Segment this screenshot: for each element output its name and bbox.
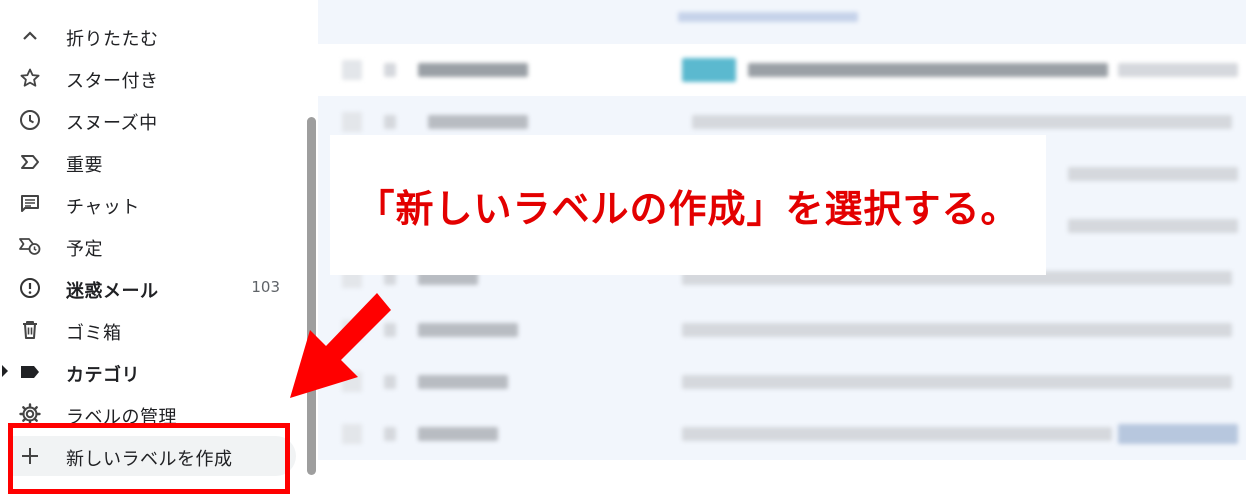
- spam-icon: [18, 276, 42, 300]
- annotation-highlight-box: [8, 423, 290, 494]
- important-icon: [18, 150, 42, 174]
- label-icon: [18, 360, 42, 384]
- sidebar-item-starred[interactable]: スター付き: [0, 58, 300, 98]
- spam-count-badge: 103: [251, 278, 280, 296]
- sidebar-item-label: 重要: [66, 155, 103, 176]
- sidebar-item-scheduled[interactable]: 予定: [0, 226, 300, 266]
- instruction-callout: 「新しいラベルの作成」を選択する。: [330, 135, 1046, 275]
- clock-icon: [18, 108, 42, 132]
- sidebar-item-snoozed[interactable]: スヌーズ中: [0, 100, 300, 140]
- sidebar-item-label: チャット: [66, 197, 140, 218]
- sidebar-item-label: 予定: [66, 239, 103, 260]
- sidebar-item-label: ゴミ箱: [66, 323, 122, 344]
- sidebar-item-label: スヌーズ中: [66, 113, 158, 134]
- mail-row[interactable]: [318, 44, 1246, 97]
- sidebar-scrollbar[interactable]: [307, 117, 316, 475]
- mail-row[interactable]: [318, 408, 1246, 461]
- instruction-text: 「新しいラベルの作成」を選択する。: [356, 186, 1020, 231]
- chat-icon: [18, 192, 42, 216]
- star-icon: [18, 66, 42, 90]
- sidebar: 折りたたむ スター付き スヌーズ中 重要 チャット 予定 迷惑メール 103 ゴ…: [0, 0, 318, 502]
- sidebar-item-label: 折りたたむ: [66, 29, 159, 50]
- expand-arrow-icon[interactable]: [2, 365, 8, 377]
- trash-icon: [18, 318, 42, 342]
- sidebar-item-chat[interactable]: チャット: [0, 184, 300, 224]
- chevron-up-icon: [18, 24, 42, 48]
- sidebar-item-label: 迷惑メール: [66, 281, 159, 302]
- sidebar-item-collapse[interactable]: 折りたたむ: [0, 16, 300, 56]
- sidebar-item-label: カテゴリ: [66, 365, 140, 386]
- mail-row[interactable]: [318, 304, 1246, 357]
- mail-row: [318, 460, 1246, 502]
- sidebar-item-trash[interactable]: ゴミ箱: [0, 310, 300, 350]
- mail-row[interactable]: [318, 356, 1246, 409]
- mail-row[interactable]: [318, 0, 1246, 45]
- sidebar-item-label: スター付き: [66, 71, 159, 92]
- sidebar-item-categories[interactable]: カテゴリ: [0, 352, 300, 392]
- scheduled-icon: [18, 234, 42, 258]
- sidebar-item-important[interactable]: 重要: [0, 142, 300, 182]
- sidebar-item-spam[interactable]: 迷惑メール 103: [0, 268, 300, 308]
